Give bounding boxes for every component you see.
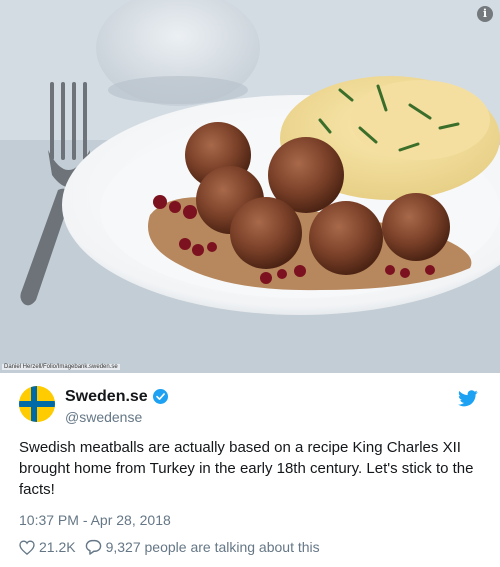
like-count: 21.2K xyxy=(39,539,76,555)
tweet-timestamp[interactable]: 10:37 PM - Apr 28, 2018 xyxy=(19,512,171,528)
twitter-bird-icon[interactable] xyxy=(458,390,478,407)
tweet-card: i Daniel Herzell/Folio/Imagebank.sweden.… xyxy=(0,0,500,567)
flag-cross-horizontal xyxy=(19,401,55,407)
author-name[interactable]: Sweden.se xyxy=(65,388,148,406)
verified-icon xyxy=(153,389,168,404)
tweet-actions: 21.2K 9,327 people are talking about thi… xyxy=(19,537,320,557)
flag-cross-vertical xyxy=(31,386,37,422)
talking-action[interactable]: 9,327 people are talking about this xyxy=(85,539,320,555)
like-action[interactable]: 21.2K xyxy=(19,539,85,555)
tweet-text: Swedish meatballs are actually based on … xyxy=(19,439,474,498)
meatball-photo-illustration xyxy=(0,0,500,373)
info-icon[interactable]: i xyxy=(477,6,493,22)
tweet-photo[interactable]: i Daniel Herzell/Folio/Imagebank.sweden.… xyxy=(0,0,500,373)
comment-icon xyxy=(85,539,101,555)
avatar[interactable] xyxy=(19,386,55,422)
author-handle[interactable]: @swedense xyxy=(65,409,142,425)
photo-credit: Daniel Herzell/Folio/Imagebank.sweden.se xyxy=(2,364,120,370)
talking-count: 9,327 people are talking about this xyxy=(105,539,320,555)
tweet-author-row: Sweden.se @swedense xyxy=(0,384,500,436)
heart-icon xyxy=(19,539,35,555)
